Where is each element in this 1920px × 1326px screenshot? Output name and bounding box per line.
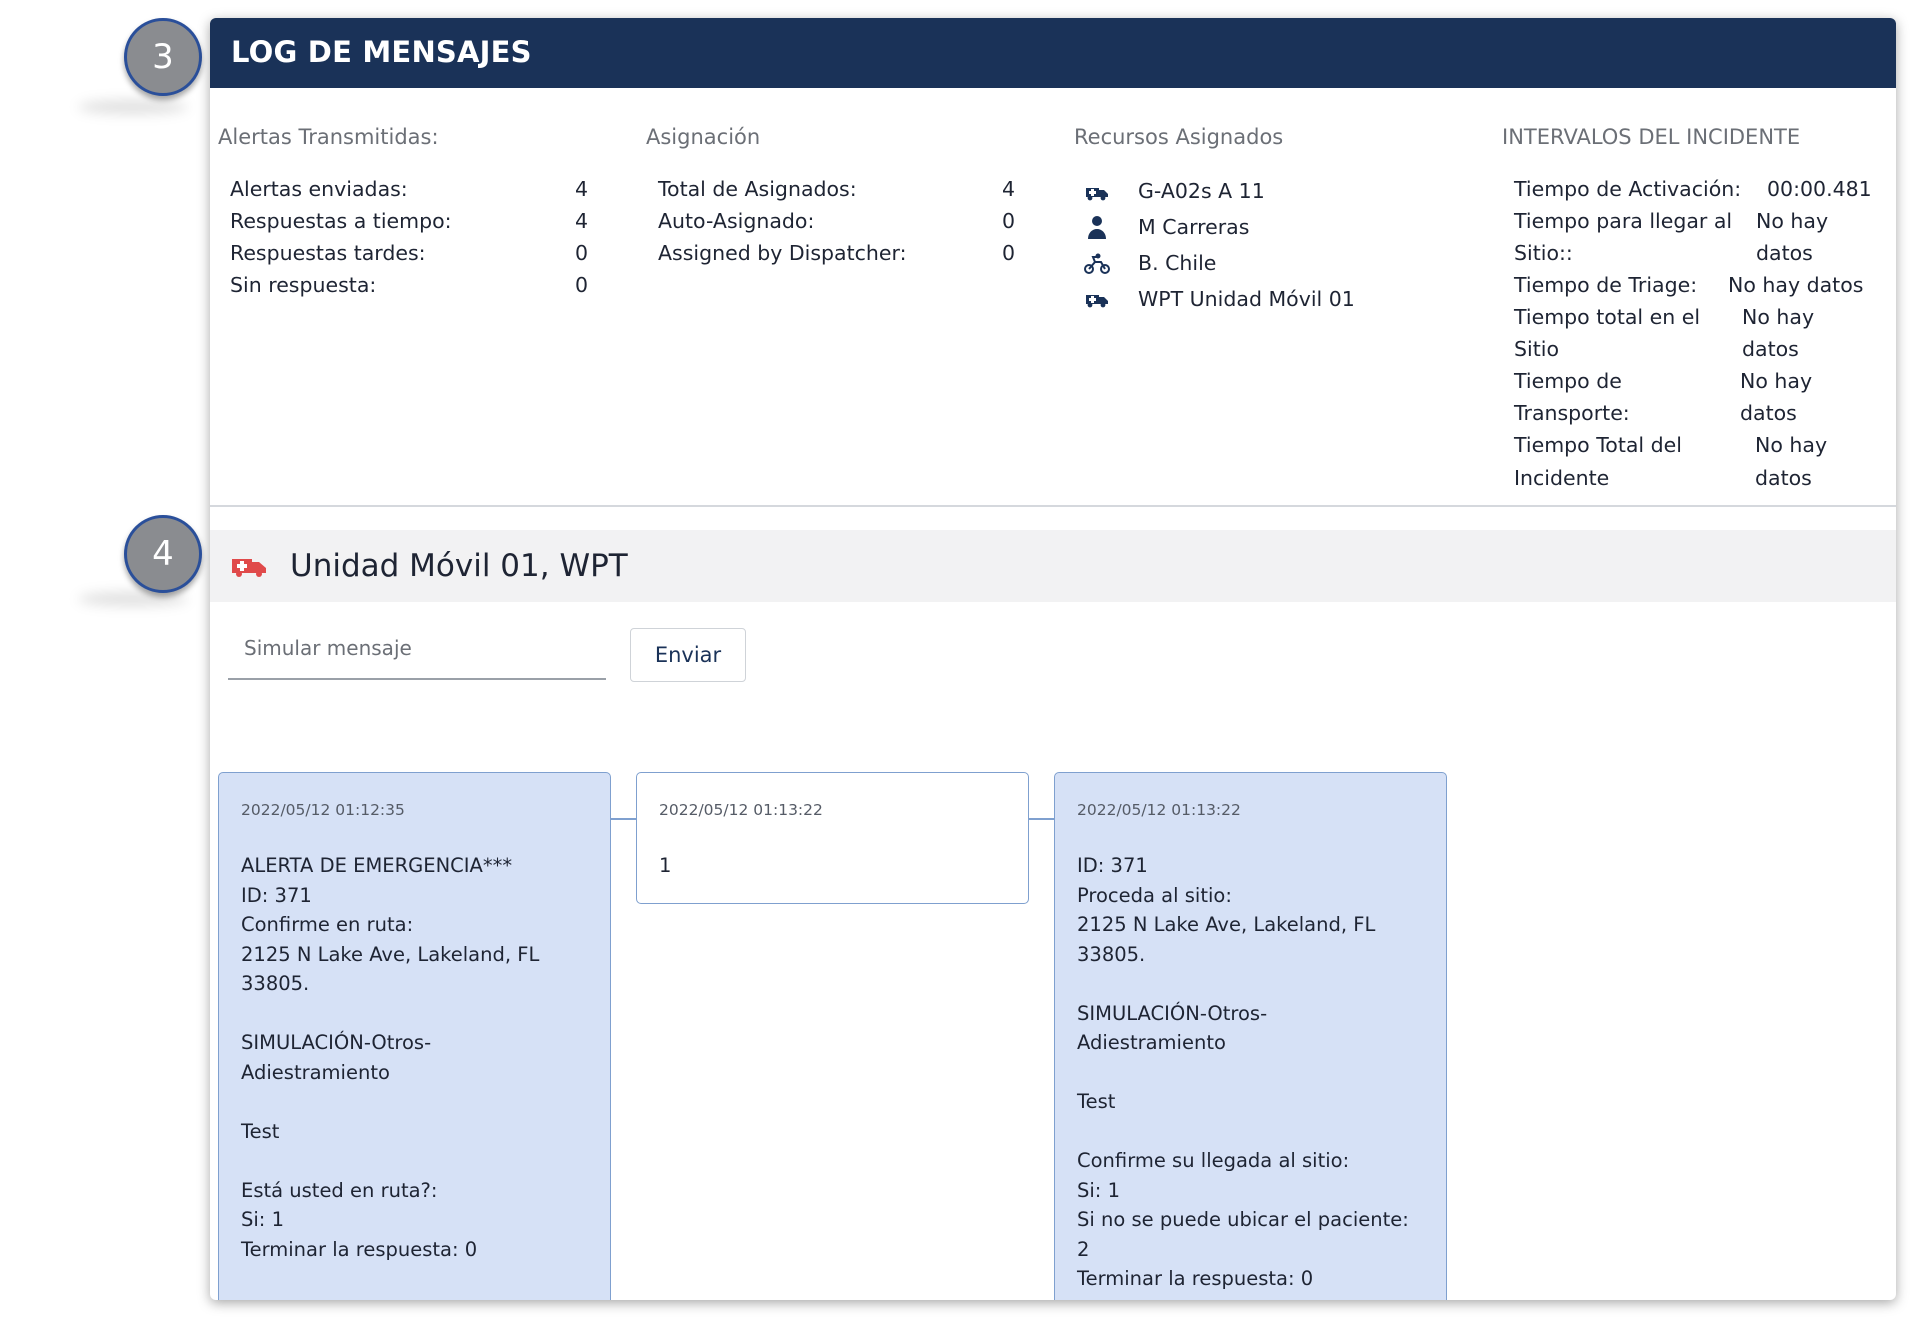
interval-label: Tiempo de Triage:: [1514, 273, 1698, 297]
ambulance-icon: [1084, 179, 1110, 205]
interval-label: Tiempo para llegar al: [1514, 209, 1733, 233]
motorcycle-icon: [1084, 250, 1110, 276]
alerts-row-label: Alertas enviadas:: [230, 177, 408, 201]
interval-label: Tiempo de Activación:: [1514, 177, 1742, 201]
interval-value: No hay: [1755, 433, 1828, 457]
resource-name: G-A02s A 11: [1138, 179, 1265, 203]
message-connector: [611, 818, 636, 820]
person-icon: [1084, 214, 1110, 240]
assignment-row-value: 4: [1002, 177, 1016, 201]
assignment-row-label: Assigned by Dispatcher:: [658, 241, 907, 265]
section-divider: [210, 505, 1896, 507]
alerts-row-label: Sin respuesta:: [230, 273, 377, 297]
interval-label: Incidente: [1514, 466, 1610, 490]
interval-label: Transporte:: [1514, 401, 1630, 425]
step-badge-4: 4: [124, 515, 202, 593]
message-body: ALERTA DE EMERGENCIA*** ID: 371 Confirme…: [241, 854, 540, 1261]
assignment-heading: Asignación: [646, 125, 761, 149]
ambulance-icon: [230, 553, 268, 579]
assignment-row-label: Auto-Asignado:: [658, 209, 815, 233]
interval-label: Sitio::: [1514, 241, 1573, 265]
resource-name: M Carreras: [1138, 215, 1250, 239]
resource-name: WPT Unidad Móvil 01: [1138, 287, 1355, 311]
assignment-row-value: 0: [1002, 209, 1016, 233]
interval-value: No hay: [1756, 209, 1829, 233]
message-body: 1: [659, 854, 672, 877]
resource-name: B. Chile: [1138, 251, 1217, 275]
interval-value: 00:00.481: [1767, 177, 1872, 201]
interval-label: Tiempo Total del: [1514, 433, 1682, 457]
message-connector: [1029, 818, 1054, 820]
simulate-message-input[interactable]: [228, 618, 606, 680]
interval-value: datos: [1755, 466, 1812, 490]
interval-value: No hay datos: [1728, 273, 1864, 297]
alerts-row-label: Respuestas a tiempo:: [230, 209, 452, 233]
message-bubble: 2022/05/12 01:13:22 ID: 371 Proceda al s…: [1054, 772, 1447, 1300]
assignment-row-value: 0: [1002, 241, 1016, 265]
message-log-card: LOG DE MENSAJES Alertas Transmitidas: Al…: [210, 18, 1896, 1300]
message-bubble: 2022/05/12 01:13:22 1: [636, 772, 1029, 904]
alerts-row-value: 0: [575, 273, 589, 297]
interval-value: No hay: [1742, 305, 1815, 329]
ambulance-icon: [1084, 286, 1110, 312]
interval-value: datos: [1740, 401, 1797, 425]
log-header: LOG DE MENSAJES: [210, 18, 1896, 88]
alerts-row-value: 4: [575, 209, 589, 233]
resources-heading: Recursos Asignados: [1074, 125, 1284, 149]
message-timestamp: 2022/05/12 01:12:35: [241, 801, 405, 819]
badge-shadow: [78, 100, 188, 114]
interval-label: Sitio: [1514, 337, 1559, 361]
send-button[interactable]: Enviar: [630, 628, 746, 682]
intervals-heading: INTERVALOS DEL INCIDENTE: [1502, 125, 1801, 149]
step-badge-3: 3: [124, 18, 202, 96]
alerts-row-label: Respuestas tardes:: [230, 241, 426, 265]
alerts-heading: Alertas Transmitidas:: [218, 125, 439, 149]
page-title: LOG DE MENSAJES: [231, 35, 532, 69]
badge-shadow: [78, 592, 188, 606]
interval-value: No hay: [1740, 369, 1813, 393]
interval-value: datos: [1742, 337, 1799, 361]
message-bubble: 2022/05/12 01:12:35 ALERTA DE EMERGENCIA…: [218, 772, 611, 1300]
interval-label: Tiempo total en el: [1514, 305, 1701, 329]
message-body: ID: 371 Proceda al sitio: 2125 N Lake Av…: [1077, 854, 1409, 1290]
interval-label: Tiempo de: [1514, 369, 1622, 393]
alerts-row-value: 4: [575, 177, 589, 201]
alerts-row-value: 0: [575, 241, 589, 265]
interval-value: datos: [1756, 241, 1813, 265]
assignment-row-label: Total de Asignados:: [658, 177, 857, 201]
message-timestamp: 2022/05/12 01:13:22: [1077, 801, 1241, 819]
unit-header: Unidad Móvil 01, WPT: [210, 530, 1896, 602]
unit-name: Unidad Móvil 01, WPT: [290, 548, 628, 584]
message-timestamp: 2022/05/12 01:13:22: [659, 801, 823, 819]
